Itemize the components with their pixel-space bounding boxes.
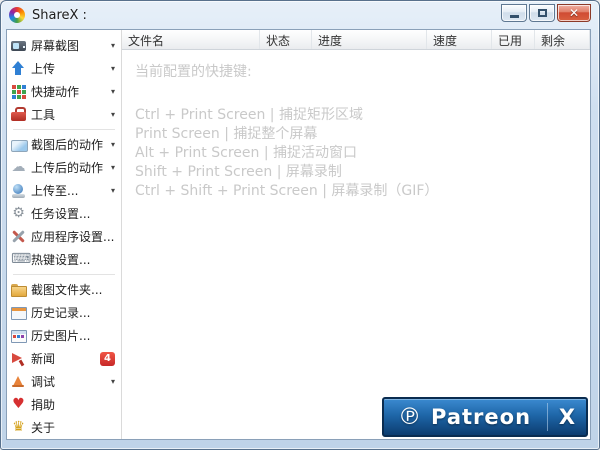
sidebar-item-label: 新闻: [31, 352, 56, 366]
sidebar-item-app-settings[interactable]: 应用程序设置...: [7, 225, 121, 248]
sidebar-item-label: 调试: [31, 375, 56, 389]
sidebar-item-label: 上传后的动作: [31, 161, 104, 175]
history-icon: [11, 305, 27, 320]
sidebar-item-donate[interactable]: ♥ 捐助: [7, 393, 121, 416]
image-history-icon: [11, 328, 27, 343]
titlebar[interactable]: ShareX : ✕: [1, 1, 599, 29]
about-icon: ♛: [12, 419, 25, 435]
sidebar-item-label: 屏幕截图: [31, 39, 80, 53]
column-header[interactable]: 剩余: [535, 30, 590, 49]
upload-icon: [11, 61, 26, 76]
sidebar-item-after-upload[interactable]: ☁ 上传后的动作 ▾: [7, 156, 121, 179]
task-list-header: 文件名 状态 进度 速度 已用 剩余: [122, 30, 590, 50]
after-upload-icon: ☁: [11, 159, 26, 175]
sidebar-item-label: 历史记录...: [31, 306, 91, 320]
chevron-down-icon: ▾: [110, 41, 115, 50]
sidebar-item-label: 历史图片...: [31, 329, 91, 343]
screenshots-folder-icon: [11, 282, 27, 297]
sidebar-separator: [13, 274, 115, 275]
sidebar-item-history[interactable]: 历史记录...: [7, 301, 121, 324]
sidebar-item-hotkey-settings[interactable]: ⌨ 热键设置...: [7, 248, 121, 271]
sidebar-item-screenshots-folder[interactable]: 截图文件夹...: [7, 278, 121, 301]
column-header[interactable]: 速度: [427, 30, 492, 49]
hotkey-line: Shift + Print Screen | 屏幕录制: [135, 164, 342, 180]
hotkeys-title: 当前配置的快捷键:: [135, 64, 252, 80]
chevron-down-icon: ▾: [110, 163, 115, 172]
hotkey-line: Print Screen | 捕捉整个屏幕: [135, 126, 318, 142]
sidebar-item-label: 上传至...: [31, 184, 79, 198]
patreon-banner[interactable]: ℗ Patreon X: [382, 397, 588, 437]
sidebar-item-label: 捐助: [31, 398, 56, 412]
chevron-down-icon: ▾: [110, 64, 115, 73]
debug-icon: [11, 374, 26, 389]
chevron-down-icon: ▾: [110, 110, 115, 119]
window-controls: ✕: [501, 4, 591, 22]
main-panel: 文件名 状态 进度 速度 已用 剩余 当前配置的快捷键: Ctrl + Print Scr…: [122, 30, 590, 439]
window-title: ShareX :: [32, 7, 87, 23]
sidebar: 屏幕截图 ▾ 上传 ▾ 快捷动作 ▾ 工具 ▾ 截图后的动作 ▾ ☁ 上传后的动作 ▾ 上传至... ▾ ⚙ 任…: [7, 30, 122, 439]
sidebar-item-about[interactable]: ♛ 关于: [7, 416, 121, 439]
upload-to-icon: [11, 183, 26, 198]
close-icon: ✕: [568, 6, 580, 20]
sidebar-item-upload[interactable]: 上传 ▾: [7, 57, 121, 80]
screen-capture-icon: [11, 38, 26, 53]
task-settings-icon: ⚙: [12, 205, 25, 221]
toolbox-icon: [11, 107, 26, 122]
quick-actions-icon: [11, 84, 26, 99]
sidebar-item-label: 任务设置...: [31, 207, 91, 221]
sidebar-item-image-history[interactable]: 历史图片...: [7, 324, 121, 347]
sidebar-item-toolbox[interactable]: 工具 ▾: [7, 103, 121, 126]
sidebar-item-task-settings[interactable]: ⚙ 任务设置...: [7, 202, 121, 225]
chevron-down-icon: ▾: [110, 87, 115, 96]
sidebar-item-label: 快捷动作: [31, 85, 80, 99]
hotkey-line: Alt + Print Screen | 捕捉活动窗口: [135, 145, 357, 161]
client-area: 屏幕截图 ▾ 上传 ▾ 快捷动作 ▾ 工具 ▾ 截图后的动作 ▾ ☁ 上传后的动作 ▾ 上传至... ▾ ⚙ 任…: [6, 29, 591, 440]
column-header[interactable]: 进度: [312, 30, 427, 49]
donate-icon: ♥: [12, 396, 25, 412]
sidebar-item-screen-capture[interactable]: 屏幕截图 ▾: [7, 34, 121, 57]
patreon-logo-icon: ℗: [398, 403, 421, 430]
sidebar-item-label: 应用程序设置...: [31, 230, 115, 244]
chevron-down-icon: ▾: [110, 186, 115, 195]
minimize-button[interactable]: [501, 4, 527, 22]
sidebar-item-label: 截图文件夹...: [31, 283, 103, 297]
sidebar-item-label: 关于: [31, 421, 56, 435]
minimize-icon: [509, 14, 519, 18]
sidebar-item-news[interactable]: 新闻 4: [7, 347, 121, 370]
sharex-logo-icon: [9, 7, 25, 23]
task-list-content: 当前配置的快捷键: Ctrl + Print Screen | 捕捉矩形区域 Pr…: [122, 50, 590, 439]
maximize-icon: [537, 9, 547, 17]
hotkey-line: Ctrl + Print Screen | 捕捉矩形区域: [135, 107, 363, 123]
column-header[interactable]: 文件名: [122, 30, 260, 49]
column-header[interactable]: 已用: [492, 30, 535, 49]
sidebar-item-quick-actions[interactable]: 快捷动作 ▾: [7, 80, 121, 103]
close-button[interactable]: ✕: [557, 4, 591, 22]
sidebar-item-label: 工具: [31, 108, 56, 122]
sidebar-separator: [13, 129, 115, 130]
sidebar-item-label: 热键设置...: [31, 253, 91, 267]
sidebar-item-label: 截图后的动作: [31, 138, 104, 152]
app-settings-icon: [11, 229, 26, 244]
patreon-brand-label: Patreon: [431, 405, 532, 429]
column-header[interactable]: 状态: [260, 30, 312, 49]
sidebar-item-upload-to[interactable]: 上传至... ▾: [7, 179, 121, 202]
hotkeys-list: Ctrl + Print Screen | 捕捉矩形区域 Print Screen…: [135, 106, 590, 201]
sharex-window: ShareX : ✕ 屏幕截图 ▾ 上传 ▾ 快捷动作 ▾ 工具 ▾ 截图后的动作 ▾ ☁ 上传后的动…: [0, 0, 600, 450]
sidebar-item-label: 上传: [31, 62, 56, 76]
patreon-close-button[interactable]: X: [548, 405, 586, 429]
sidebar-item-after-capture[interactable]: 截图后的动作 ▾: [7, 133, 121, 156]
news-count-badge: 4: [100, 351, 115, 366]
chevron-down-icon: ▾: [110, 140, 115, 149]
chevron-down-icon: ▾: [110, 377, 115, 386]
hotkey-settings-icon: ⌨: [11, 251, 32, 267]
maximize-button[interactable]: [529, 4, 555, 22]
after-capture-icon: [11, 137, 28, 152]
hotkey-line: Ctrl + Shift + Print Screen | 屏幕录制（GIF）: [135, 183, 439, 199]
news-icon: [11, 351, 26, 366]
sidebar-item-debug[interactable]: 调试 ▾: [7, 370, 121, 393]
